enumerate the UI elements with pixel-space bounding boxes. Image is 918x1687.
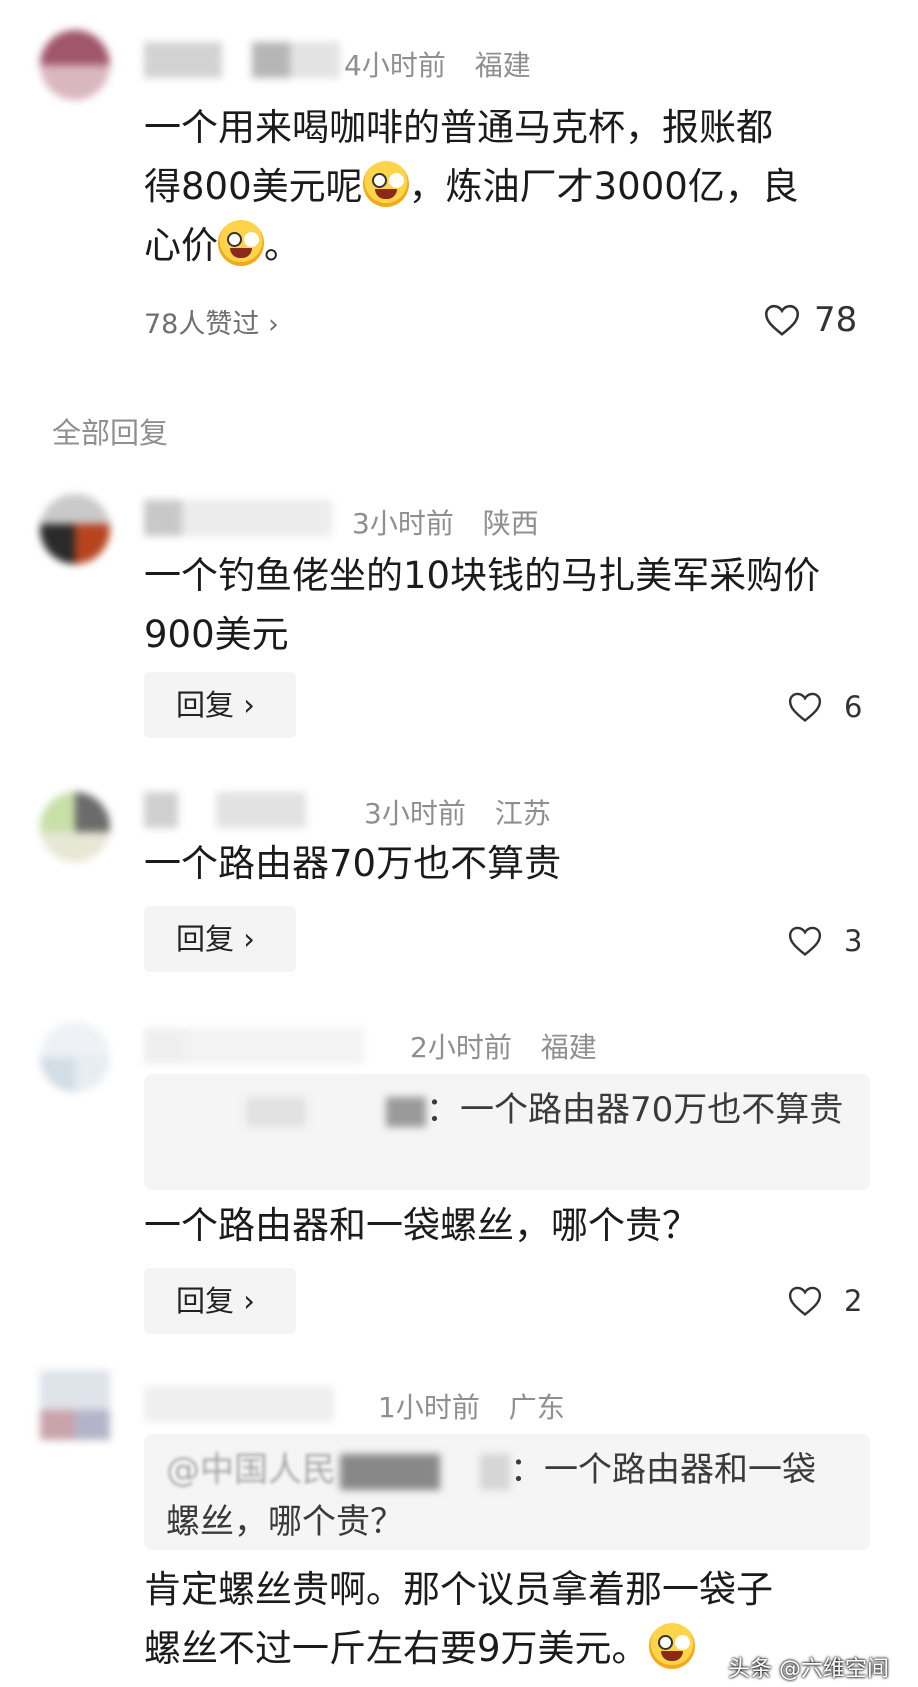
liked-by-link[interactable]: 78人赞过 › bbox=[144, 302, 279, 341]
section-title: 全部回复 bbox=[52, 416, 169, 450]
reply-region: 江苏 bbox=[494, 797, 551, 830]
username-blurred[interactable] bbox=[144, 792, 306, 828]
heart-outline-icon bbox=[788, 692, 822, 722]
heart-outline-icon bbox=[788, 1286, 822, 1316]
like-button[interactable]: 2 bbox=[788, 1284, 862, 1318]
quoted-username-blurred bbox=[340, 1453, 440, 1490]
avatar[interactable] bbox=[40, 1370, 110, 1440]
avatar[interactable] bbox=[40, 792, 110, 862]
quoted-reply: ：一个路由器70万也不算贵 bbox=[144, 1074, 870, 1190]
username-blurred[interactable] bbox=[144, 500, 332, 536]
comment-region: 福建 bbox=[474, 49, 531, 82]
avatar[interactable] bbox=[40, 30, 110, 100]
comment-text-part: 心价 bbox=[144, 224, 218, 267]
like-count: 6 bbox=[844, 690, 863, 724]
reply-time: 1小时前 bbox=[378, 1391, 480, 1424]
comment-text-part: 得800美元呢 bbox=[144, 165, 363, 208]
like-count: 3 bbox=[844, 924, 863, 958]
comment-text: 一个用来喝咖啡的普通马克杯，报账都 得800美元呢 ，炼油厂才3000亿，良 心价… bbox=[144, 98, 884, 275]
reply-meta: 1小时前 广东 bbox=[378, 1386, 565, 1426]
reply-time: 2小时前 bbox=[410, 1031, 512, 1064]
comment-line: 一个用来喝咖啡的普通马克杯，报账都 bbox=[144, 106, 773, 149]
like-count: 2 bbox=[844, 1284, 863, 1318]
quoted-reply: @中国人民 ：一个路由器和一袋螺丝，哪个贵？ bbox=[144, 1434, 870, 1550]
reply-meta: 3小时前 江苏 bbox=[364, 792, 551, 832]
comment-time: 4小时前 bbox=[344, 49, 446, 82]
comment-text-part: ，炼油厂才3000亿，良 bbox=[408, 165, 799, 208]
avatar[interactable] bbox=[40, 494, 110, 564]
laughing-crying-emoji-icon bbox=[218, 220, 264, 266]
like-button[interactable]: 3 bbox=[788, 924, 862, 958]
heart-outline-icon bbox=[764, 304, 800, 336]
quoted-mention: @中国人民 bbox=[166, 1450, 336, 1490]
comment-line: 心价 。 bbox=[144, 216, 884, 275]
comment-meta: 4小时前 福建 bbox=[344, 44, 531, 84]
reply-button[interactable]: 回复 › bbox=[144, 906, 296, 972]
reply-meta: 3小时前 陕西 bbox=[352, 502, 539, 542]
reply-text: 一个钓鱼佬坐的10块钱的马扎美军采购价900美元 bbox=[144, 554, 821, 656]
like-button[interactable]: 78 bbox=[764, 300, 857, 340]
reply-region: 福建 bbox=[540, 1031, 597, 1064]
reply-time: 3小时前 bbox=[352, 507, 454, 540]
reply-text: 一个路由器70万也不算贵 bbox=[144, 842, 562, 885]
username-blurred[interactable] bbox=[144, 42, 340, 78]
quoted-username-blurred bbox=[246, 1096, 306, 1127]
watermark: 头条 @六维空间 bbox=[728, 1657, 889, 1682]
reply-region: 广东 bbox=[508, 1391, 565, 1424]
username-blurred[interactable] bbox=[144, 1028, 364, 1064]
reply-region: 陕西 bbox=[482, 507, 539, 540]
username-blurred[interactable] bbox=[144, 1386, 334, 1422]
comment-text-part: 。 bbox=[264, 224, 301, 267]
reply-meta: 2小时前 福建 bbox=[410, 1026, 597, 1066]
reply-button[interactable]: 回复 › bbox=[144, 1268, 296, 1334]
comment-line: 得800美元呢 ，炼油厂才3000亿，良 bbox=[144, 157, 884, 216]
reply-time: 3小时前 bbox=[364, 797, 466, 830]
laughing-crying-emoji-icon bbox=[362, 161, 409, 207]
like-count: 78 bbox=[814, 300, 858, 340]
reply-text-part: 螺丝不过一斤左右要9万美元。 bbox=[144, 1627, 649, 1670]
quoted-text: ：一个路由器70万也不算贵 bbox=[426, 1090, 844, 1130]
avatar[interactable] bbox=[40, 1022, 110, 1092]
heart-outline-icon bbox=[788, 926, 822, 956]
like-button[interactable]: 6 bbox=[788, 690, 862, 724]
quoted-username-blurred bbox=[386, 1096, 426, 1127]
reply-text: 一个路由器和一袋螺丝，哪个贵？ bbox=[144, 1204, 699, 1247]
laughing-crying-emoji-icon bbox=[648, 1623, 695, 1669]
reply-button[interactable]: 回复 › bbox=[144, 672, 296, 738]
reply-line: 肯定螺丝贵啊。那个议员拿着那一袋子 bbox=[144, 1568, 773, 1611]
quoted-username-blurred bbox=[480, 1453, 510, 1490]
